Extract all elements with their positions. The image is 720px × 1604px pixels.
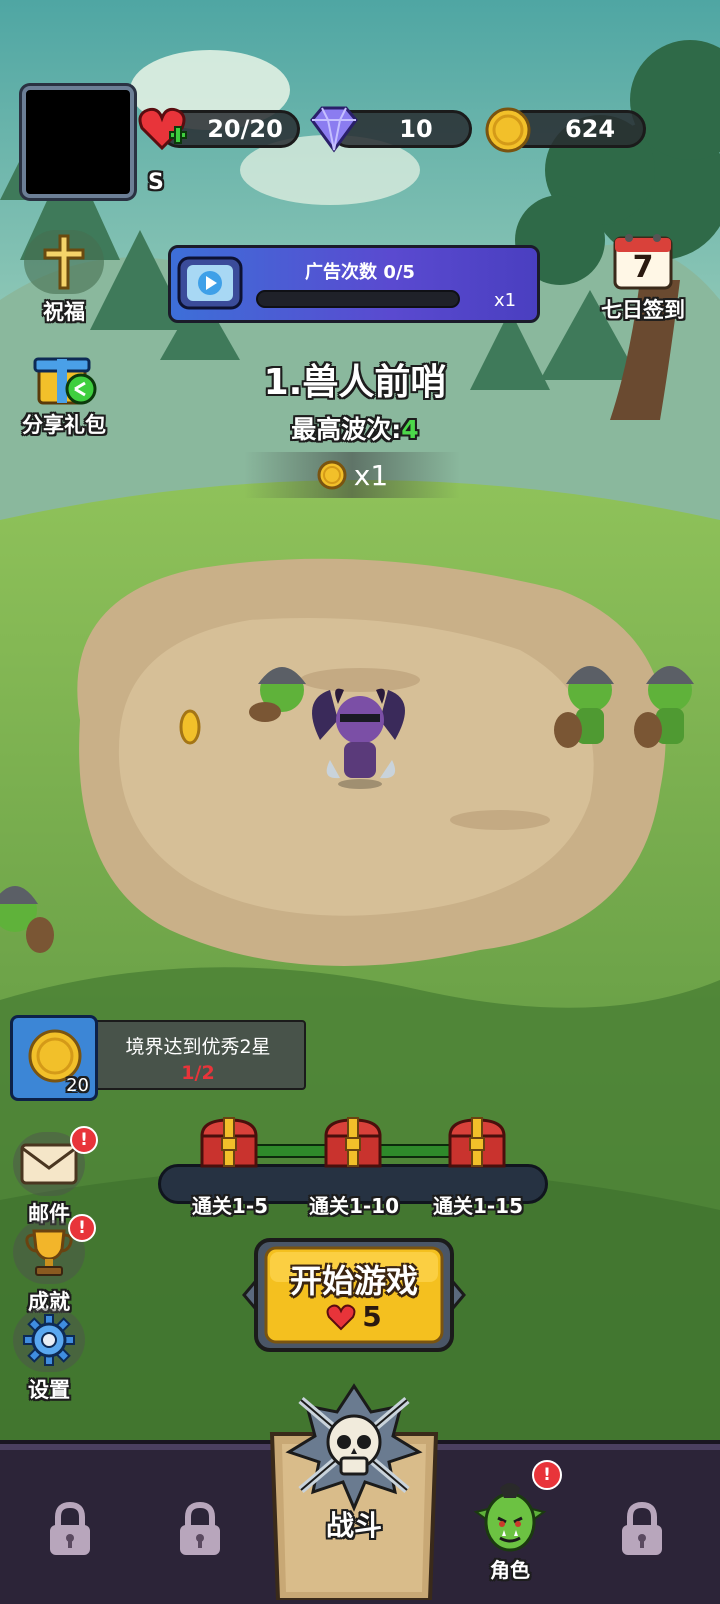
start-game-button[interactable]: 开始游戏 5 bbox=[238, 1236, 470, 1354]
nav-locked-slot-2[interactable] bbox=[130, 1460, 270, 1600]
milestone-label: 通关1-10 bbox=[308, 1194, 400, 1218]
coin-icon bbox=[484, 106, 532, 154]
gems-value: 10 bbox=[399, 115, 433, 143]
nav-battle-label: 战斗 bbox=[325, 1509, 382, 1542]
milestone-label: 通关1-15 bbox=[432, 1194, 524, 1218]
coin-icon bbox=[317, 460, 347, 490]
lock-icon bbox=[50, 1501, 90, 1555]
stage-title: 1.兽人前哨 bbox=[263, 362, 447, 403]
heart-icon bbox=[326, 1304, 356, 1330]
seven-day-signin-button[interactable]: 7 七日签到 bbox=[588, 230, 698, 324]
video-play-icon bbox=[176, 254, 244, 312]
gear-icon bbox=[13, 1308, 85, 1372]
quest-reward-count: 20 bbox=[66, 1075, 89, 1096]
milestone-chest[interactable] bbox=[444, 1114, 510, 1170]
start-game-label: 开始游戏 bbox=[289, 1262, 418, 1300]
milestone-label: 通关1-5 bbox=[191, 1194, 269, 1218]
orc-head-icon bbox=[473, 1482, 547, 1551]
nav-character-label: 角色 bbox=[490, 1557, 530, 1582]
treasure-chest-icon bbox=[324, 1117, 382, 1168]
nav-locked-slot-1[interactable] bbox=[0, 1460, 140, 1600]
treasure-chest-icon bbox=[200, 1117, 258, 1168]
share-gift-button[interactable]: 分享礼包 bbox=[8, 345, 120, 439]
seven-day-signin-label: 七日签到 bbox=[601, 298, 685, 322]
milestone-chest[interactable] bbox=[196, 1114, 262, 1170]
mail-alert-badge: ! bbox=[70, 1126, 98, 1154]
start-cost: 5 bbox=[238, 1300, 470, 1333]
diamond-icon bbox=[306, 104, 362, 154]
stage-coin-multiplier: x1 bbox=[353, 458, 389, 492]
gift-share-icon bbox=[29, 345, 99, 407]
skull-swords-icon bbox=[285, 1383, 423, 1512]
nav-battle-tab[interactable]: 战斗 bbox=[266, 1382, 442, 1600]
quest-progress: 1/2 bbox=[181, 1062, 215, 1084]
quest-reward-slot[interactable]: 20 bbox=[10, 1015, 98, 1101]
best-wave-value: 4 bbox=[401, 415, 419, 444]
treasure-chest-icon bbox=[448, 1117, 506, 1168]
blessing-button[interactable]: 祝福 bbox=[20, 230, 108, 326]
settings-button[interactable]: 设置 bbox=[10, 1308, 88, 1404]
character-alert-badge: ! bbox=[532, 1460, 562, 1490]
lock-icon bbox=[180, 1501, 220, 1555]
quest-title: 境界达到优秀2星 bbox=[125, 1036, 271, 1058]
ad-count-text: 广告次数 0/5 bbox=[305, 262, 415, 283]
cross-icon bbox=[24, 230, 104, 294]
player-avatar-frame[interactable] bbox=[22, 86, 134, 198]
best-wave-label: 最高波次: bbox=[291, 415, 402, 444]
blessing-label: 祝福 bbox=[43, 300, 85, 324]
calendar-day: 7 bbox=[632, 250, 654, 285]
calendar-icon: 7 bbox=[611, 230, 675, 292]
heart-plus-icon[interactable] bbox=[138, 104, 192, 154]
start-cost-value: 5 bbox=[362, 1300, 382, 1333]
lock-icon bbox=[622, 1501, 662, 1555]
best-wave: 最高波次:4 bbox=[200, 410, 510, 446]
ad-progress-bar bbox=[256, 290, 460, 308]
settings-label: 设置 bbox=[28, 1378, 70, 1402]
ad-multiplier: x1 bbox=[494, 290, 517, 311]
share-gift-label: 分享礼包 bbox=[22, 413, 106, 437]
coins-value: 624 bbox=[564, 115, 616, 143]
milestone-chest[interactable] bbox=[320, 1114, 386, 1170]
player-name: S bbox=[148, 170, 164, 195]
stage-coin-reward: x1 bbox=[244, 452, 460, 498]
nav-locked-slot-3[interactable] bbox=[572, 1460, 712, 1600]
hearts-value: 20/20 bbox=[207, 115, 283, 143]
achievement-alert-badge: ! bbox=[68, 1214, 96, 1242]
